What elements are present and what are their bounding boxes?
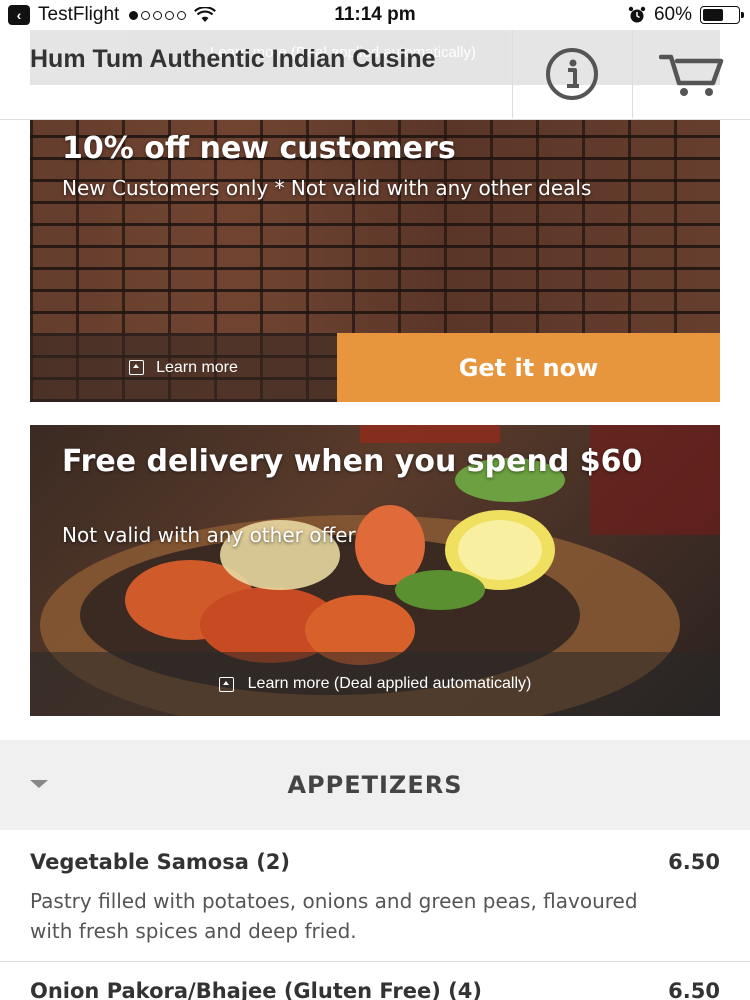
category-title: APPETIZERS [287,771,463,799]
battery-icon [700,6,744,24]
cart-button[interactable] [632,30,750,118]
battery-level [703,9,724,21]
menu-item[interactable]: Onion Pakora/Bhajee (Gluten Free) (4) 6.… [0,962,750,1000]
back-to-app-icon[interactable]: ‹ [8,5,30,25]
learn-more-button[interactable]: Learn more [30,333,337,402]
expand-up-icon [218,676,234,692]
get-it-now-button[interactable]: Get it now [337,333,720,402]
menu-item-price: 6.50 [668,979,720,1000]
battery-percent: 60% [653,4,692,25]
expand-up-icon [129,360,145,375]
signal-strength-icon [129,10,187,20]
menu-item-name: Onion Pakora/Bhajee (Gluten Free) (4) [30,979,482,1000]
learn-more-label: Learn more (Deal applied automatically) [247,675,532,692]
alarm-icon [628,6,646,23]
menu-item-description: Pastry filled with potatoes, onions and … [30,889,638,943]
status-right: 60% [470,4,750,26]
deal-title: 10% off new customers [62,131,456,166]
deal-subtitle: New Customers only * Not valid with any … [62,176,592,200]
chevron-down-icon [30,780,48,788]
learn-more-label: Learn more [156,358,238,376]
category-header-appetizers[interactable]: APPETIZERS [0,740,750,830]
menu-item-price: 6.50 [668,850,720,874]
deal-card-new-customers[interactable]: 10% off new customers New Customers only… [30,120,720,402]
menu-item[interactable]: Vegetable Samosa (2) 6.50 Pastry filled … [0,830,750,962]
menu-item-name: Vegetable Samosa (2) [30,850,291,874]
status-bar: ‹ TestFlight 11:14 pm 60% [0,0,750,30]
status-left: ‹ TestFlight [0,4,280,26]
info-button[interactable] [512,30,630,118]
deal-subtitle: Not valid with any other offer [62,523,356,547]
cart-icon [658,54,723,96]
restaurant-title: Hum Tum Authentic Indian Cusine [30,45,436,73]
restaurant-header: Learn more (Deal applied automatically) … [0,30,750,120]
deal-title: Free delivery when you spend $60 [62,444,643,479]
wifi-icon [194,7,217,22]
carrier-label: TestFlight [38,4,120,25]
clock: 11:14 pm [334,4,416,25]
info-icon [545,48,598,100]
learn-more-button[interactable]: Learn more (Deal applied automatically) [30,652,720,716]
deal-card-free-delivery[interactable]: Free delivery when you spend $60 Not val… [30,425,720,716]
